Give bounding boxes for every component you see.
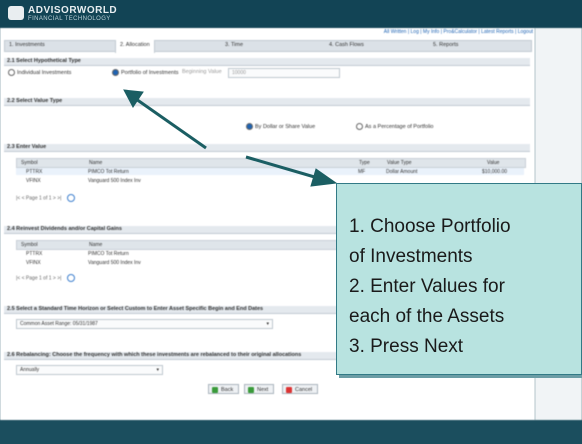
callout-line-4: each of the Assets: [349, 306, 505, 327]
callout-line-2: of Investments: [349, 246, 473, 267]
callout-line-5: 3. Press Next: [349, 336, 464, 357]
instruction-callout: 1. Choose Portfolio of Investments 2. En…: [336, 183, 582, 375]
callout-line-1: 1. Choose Portfolio: [349, 216, 511, 237]
arrow-to-value-grid: [245, 155, 338, 187]
arrow-to-portfolio-option: [123, 89, 207, 150]
callout-line-3: 2. Enter Values for: [349, 276, 505, 297]
